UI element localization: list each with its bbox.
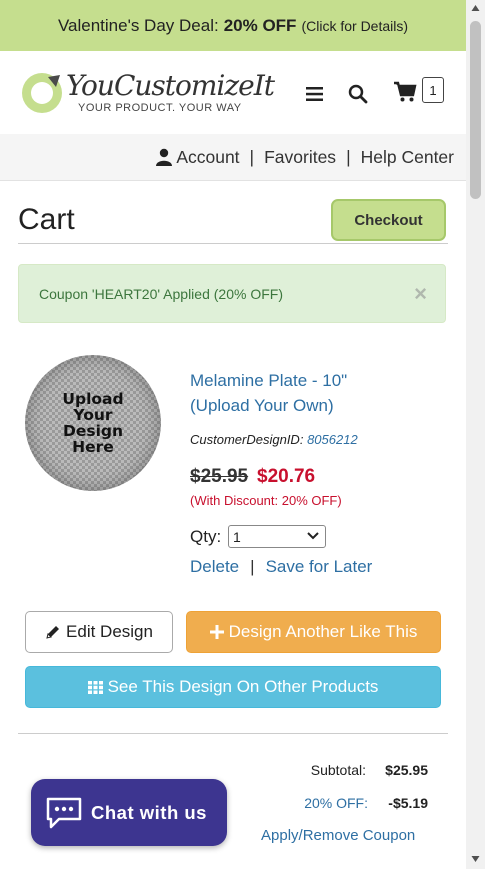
site-logo[interactable]: YouCustomizeIt YOUR PRODUCT. YOUR WAY	[20, 69, 275, 117]
save-for-later-link[interactable]: Save for Later	[266, 557, 373, 577]
site-header: YouCustomizeIt YOUR PRODUCT. YOUR WAY	[0, 51, 466, 134]
page: Valentine's Day Deal: 20% OFF (Click for…	[0, 0, 466, 869]
chat-bubble-icon	[46, 797, 82, 828]
edit-design-label: Edit Design	[66, 622, 153, 641]
favorites-link[interactable]: Favorites	[264, 147, 336, 168]
apply-remove-coupon-link[interactable]: Apply/Remove Coupon	[261, 827, 415, 844]
design-id-value: 8056212	[307, 432, 358, 447]
see-other-label: See This Design On Other Products	[107, 677, 379, 696]
divider	[18, 243, 448, 244]
delete-link[interactable]: Delete	[190, 557, 239, 577]
customer-design-id: CustomerDesignID: 8056212	[190, 432, 358, 447]
close-icon[interactable]: ×	[414, 281, 427, 307]
alert-message: Coupon 'HEART20' Applied (20% OFF)	[39, 285, 283, 302]
design-another-label: Design Another Like This	[228, 622, 418, 641]
help-center-link[interactable]: Help Center	[361, 147, 454, 168]
plate-text-line: Here	[72, 438, 114, 456]
design-id-label: CustomerDesignID:	[190, 432, 304, 447]
plus-icon	[209, 625, 224, 639]
link-separator: |	[250, 557, 255, 576]
product-name-link[interactable]: Melamine Plate - 10" (Upload Your Own)	[190, 368, 390, 418]
chat-widget-button[interactable]: Chat with us	[31, 779, 227, 846]
see-other-products-button[interactable]: See This Design On Other Products	[25, 666, 441, 708]
plate-text-line: Upload	[62, 390, 124, 408]
promo-prefix: Valentine's Day Deal:	[57, 15, 219, 35]
scrollbar-thumb[interactable]	[470, 21, 481, 199]
account-link[interactable]: Account	[156, 146, 240, 168]
discount-value: -$5.19	[388, 795, 428, 811]
plate-text-line: Your	[73, 406, 113, 424]
quantity-value: 1	[233, 528, 241, 545]
account-separator: |	[249, 146, 255, 167]
product-name-line: Melamine Plate - 10"	[190, 371, 348, 390]
plate-placeholder-text: Upload Your Design Here	[25, 391, 161, 455]
discount-note: (With Discount: 20% OFF)	[190, 493, 342, 508]
original-price: $25.95	[190, 466, 249, 487]
checkout-button[interactable]: Checkout	[331, 199, 446, 241]
subtotal-label: Subtotal:	[310, 762, 366, 778]
account-separator: |	[346, 146, 351, 167]
plate-text-line: Design	[62, 422, 124, 440]
user-icon	[156, 148, 173, 166]
account-bar: Account | Favorites | Help Center	[0, 134, 466, 181]
design-another-button[interactable]: Design Another Like This	[186, 611, 441, 653]
chevron-down-icon	[307, 532, 319, 540]
sale-price: $20.76	[257, 466, 316, 487]
promo-deal: 20% OFF	[223, 15, 297, 35]
promo-banner[interactable]: Valentine's Day Deal: 20% OFF (Click for…	[0, 0, 466, 51]
page-title: Cart	[18, 203, 75, 236]
subtotal-value: $25.95	[385, 762, 428, 778]
quantity-select[interactable]: 1	[228, 525, 326, 548]
account-label: Account	[176, 146, 240, 167]
product-name-line: (Upload Your Own)	[190, 396, 334, 415]
page-scrollbar[interactable]	[466, 0, 485, 869]
logo-name: YouCustomizeIt	[66, 69, 275, 102]
divider	[18, 733, 448, 734]
product-thumbnail[interactable]: Upload Your Design Here	[25, 355, 161, 491]
logo-mark-icon	[22, 73, 62, 113]
item-actions: Delete | Save for Later	[190, 557, 372, 577]
scroll-down-icon[interactable]	[471, 855, 480, 863]
promo-details: (Click for Details)	[301, 17, 409, 34]
cart-icon[interactable]	[393, 81, 417, 103]
grid-icon	[87, 680, 103, 694]
pencil-icon	[46, 626, 60, 639]
qty-label: Qty:	[190, 527, 222, 546]
discount-label: 20% OFF:	[304, 795, 368, 811]
chat-label: Chat with us	[91, 801, 207, 823]
cart-count-badge[interactable]: 1	[422, 77, 444, 103]
scroll-up-icon[interactable]	[471, 4, 480, 12]
search-icon[interactable]	[348, 84, 368, 104]
logo-tagline: YOUR PRODUCT. YOUR WAY	[78, 102, 242, 114]
edit-design-button[interactable]: Edit Design	[25, 611, 173, 653]
menu-icon[interactable]	[306, 86, 324, 102]
coupon-applied-alert: Coupon 'HEART20' Applied (20% OFF) ×	[18, 264, 446, 323]
